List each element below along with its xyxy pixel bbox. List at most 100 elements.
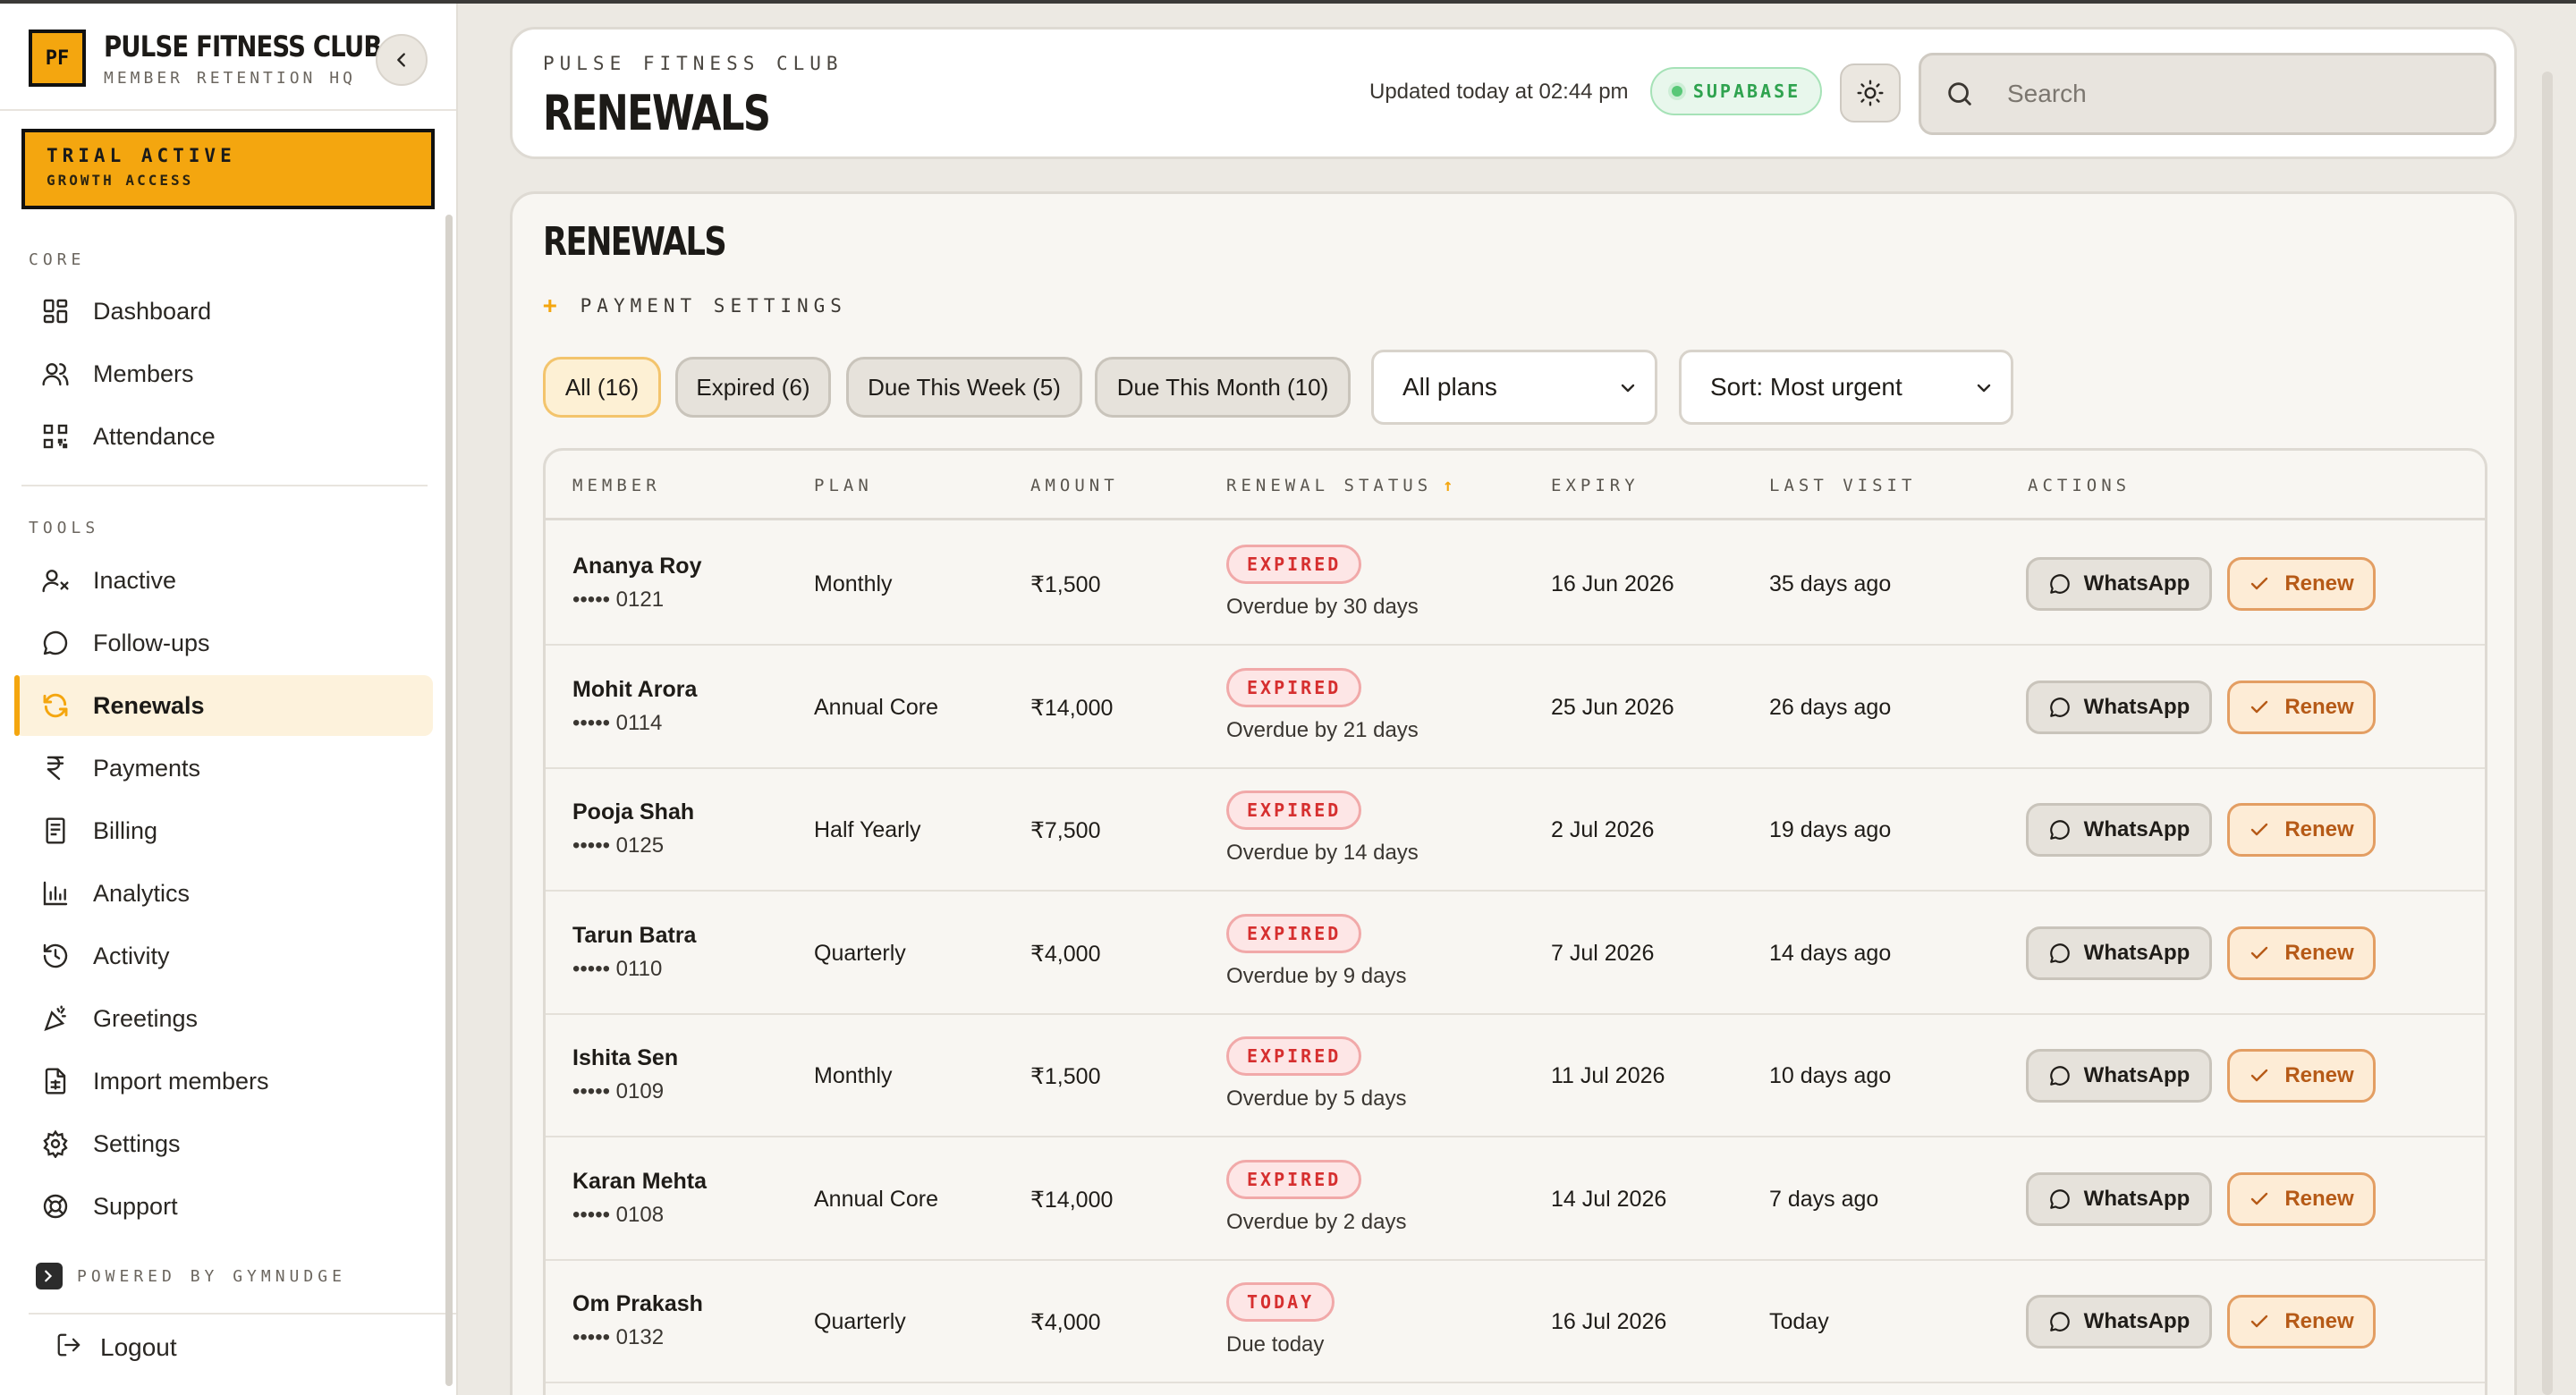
column-header-renewal-status[interactable]: RENEWAL STATUS ↑ (1226, 476, 1458, 495)
renew-button[interactable]: Renew (2227, 680, 2376, 734)
renewal-status-note: Overdue by 2 days (1226, 1209, 1407, 1234)
sidebar-item-attendance[interactable]: Attendance (14, 406, 433, 467)
table-row: Ananya Roy ••••• 0121 Monthly ₹1,500 EXP… (546, 523, 2485, 646)
expiry-date: 7 Jul 2026 (1551, 940, 1655, 966)
plan-filter-select[interactable]: All plans (1371, 350, 1657, 425)
column-header-plan[interactable]: PLAN (814, 476, 873, 495)
renew-button[interactable]: Renew (2227, 557, 2376, 611)
renewal-status-note: Overdue by 14 days (1226, 841, 1419, 865)
whatsapp-button[interactable]: WhatsApp (2026, 926, 2212, 980)
renew-button[interactable]: Renew (2227, 926, 2376, 980)
filter-all[interactable]: All (16) (543, 357, 661, 418)
column-header-member[interactable]: MEMBER (572, 476, 661, 495)
member-phone: ••••• 0121 (572, 588, 665, 612)
member-name[interactable]: Pooja Shah (572, 799, 694, 825)
payment-settings-toggle[interactable]: + PAYMENT SETTINGS (543, 292, 847, 319)
expiry-date: 25 Jun 2026 (1551, 694, 1674, 720)
sidebar-item-dashboard[interactable]: Dashboard (14, 281, 433, 342)
renew-button[interactable]: Renew (2227, 1049, 2376, 1103)
sidebar-item-billing[interactable]: Billing (14, 800, 433, 861)
sidebar-scrollbar[interactable] (445, 215, 453, 1386)
whatsapp-button[interactable]: WhatsApp (2026, 803, 2212, 857)
header-eyebrow: PULSE FITNESS CLUB (543, 53, 843, 74)
page-scrollbar[interactable] (2542, 72, 2553, 1395)
dashboard-icon (39, 295, 72, 327)
payment-settings-label: PAYMENT SETTINGS (580, 295, 847, 317)
file-spreadsheet-icon (39, 1065, 72, 1097)
whatsapp-label: WhatsApp (2083, 817, 2190, 841)
logout-button[interactable]: Logout (29, 1315, 456, 1381)
sidebar-item-analytics[interactable]: Analytics (14, 863, 433, 924)
renewal-status-badge: TODAY (1226, 1282, 1335, 1322)
renewals-table: MEMBER PLAN AMOUNT RENEWAL STATUS ↑ EXPIR… (543, 448, 2487, 1395)
member-name[interactable]: Om Prakash (572, 1291, 703, 1317)
rupee-icon (39, 752, 72, 784)
last-visit: 26 days ago (1769, 694, 1892, 720)
collapse-sidebar-button[interactable] (376, 34, 428, 86)
renewal-status-badge: EXPIRED (1226, 790, 1362, 830)
member-plan: Annual Core (814, 1186, 938, 1212)
sidebar-item-settings[interactable]: Settings (14, 1113, 433, 1174)
renew-button[interactable]: Renew (2227, 1295, 2376, 1348)
member-plan: Annual Core (814, 694, 938, 720)
sidebar-item-import-members[interactable]: Import members (14, 1051, 433, 1112)
whatsapp-button[interactable]: WhatsApp (2026, 680, 2212, 734)
theme-toggle-button[interactable] (1840, 63, 1901, 123)
column-header-amount[interactable]: AMOUNT (1030, 476, 1119, 495)
sidebar-item-greetings[interactable]: Greetings (14, 988, 433, 1049)
trial-banner[interactable]: TRIAL ACTIVE GROWTH ACCESS (21, 129, 435, 209)
member-name[interactable]: Mohit Arora (572, 677, 697, 703)
renew-label: Renew (2284, 571, 2354, 596)
table-row: Pooja Shah ••••• 0125 Half Yearly ₹7,500… (546, 769, 2485, 892)
renewal-amount: ₹4,000 (1030, 941, 1101, 967)
sidebar-item-follow-ups[interactable]: Follow-ups (14, 613, 433, 673)
page-header: PULSE FITNESS CLUB RENEWALS Updated toda… (510, 27, 2517, 159)
search-box[interactable] (1919, 53, 2496, 135)
check-icon (2251, 1315, 2268, 1328)
filter-due-this-week[interactable]: Due This Week (5) (846, 357, 1082, 418)
whatsapp-button[interactable]: WhatsApp (2026, 1295, 2212, 1348)
plus-icon: + (543, 292, 563, 319)
sidebar-item-activity[interactable]: Activity (14, 926, 433, 986)
sidebar-item-inactive[interactable]: Inactive (14, 550, 433, 611)
status-badge-label: SUPABASE (1692, 80, 1801, 102)
whatsapp-button[interactable]: WhatsApp (2026, 1171, 2212, 1226)
sidebar-item-renewals[interactable]: Renewals (14, 675, 433, 736)
whatsapp-label: WhatsApp (2083, 1186, 2190, 1211)
expiry-date: 16 Jun 2026 (1551, 571, 1674, 596)
column-header-expiry[interactable]: EXPIRY (1551, 476, 1640, 495)
filter-expired[interactable]: Expired (6) (675, 357, 831, 418)
whatsapp-label: WhatsApp (2083, 1063, 2190, 1087)
users-icon (39, 358, 72, 390)
member-plan: Quarterly (814, 940, 906, 966)
table-row: Tarun Batra ••••• 0110 Quarterly ₹4,000 … (546, 892, 2485, 1015)
renewal-status-note: Overdue by 21 days (1226, 717, 1419, 742)
history-icon (39, 940, 72, 972)
search-input[interactable] (2007, 80, 2472, 108)
sidebar-item-members[interactable]: Members (14, 343, 433, 404)
member-phone: ••••• 0114 (572, 710, 663, 735)
member-name[interactable]: Karan Mehta (572, 1169, 707, 1195)
whatsapp-button[interactable]: WhatsApp (2026, 557, 2212, 611)
table-header: MEMBER PLAN AMOUNT RENEWAL STATUS ↑ EXPIR… (546, 451, 2485, 520)
renew-button[interactable]: Renew (2227, 803, 2376, 857)
renewal-amount: ₹14,000 (1030, 1187, 1114, 1213)
column-header-label: RENEWAL STATUS (1226, 476, 1433, 495)
bar-chart-icon (39, 877, 72, 909)
renewal-amount: ₹14,000 (1030, 695, 1114, 721)
member-name[interactable]: Tarun Batra (572, 923, 696, 949)
logout-label: Logout (100, 1333, 177, 1361)
last-visit: 19 days ago (1769, 817, 1892, 842)
column-header-last-visit[interactable]: LAST VISIT (1769, 476, 1916, 495)
renewal-status-badge: EXPIRED (1226, 913, 1362, 953)
member-name[interactable]: Ananya Roy (572, 554, 701, 579)
renew-button[interactable]: Renew (2227, 1171, 2376, 1226)
gymnudge-logo-icon (36, 1263, 63, 1289)
filter-due-this-month[interactable]: Due This Month (10) (1095, 357, 1351, 418)
sort-select[interactable]: Sort: Most urgent (1679, 350, 2013, 425)
sidebar-item-label: Renewals (93, 691, 205, 719)
sidebar-item-support[interactable]: Support (14, 1176, 433, 1237)
sidebar-item-payments[interactable]: Payments (14, 738, 433, 799)
whatsapp-button[interactable]: WhatsApp (2026, 1049, 2212, 1103)
member-name[interactable]: Ishita Sen (572, 1045, 678, 1071)
